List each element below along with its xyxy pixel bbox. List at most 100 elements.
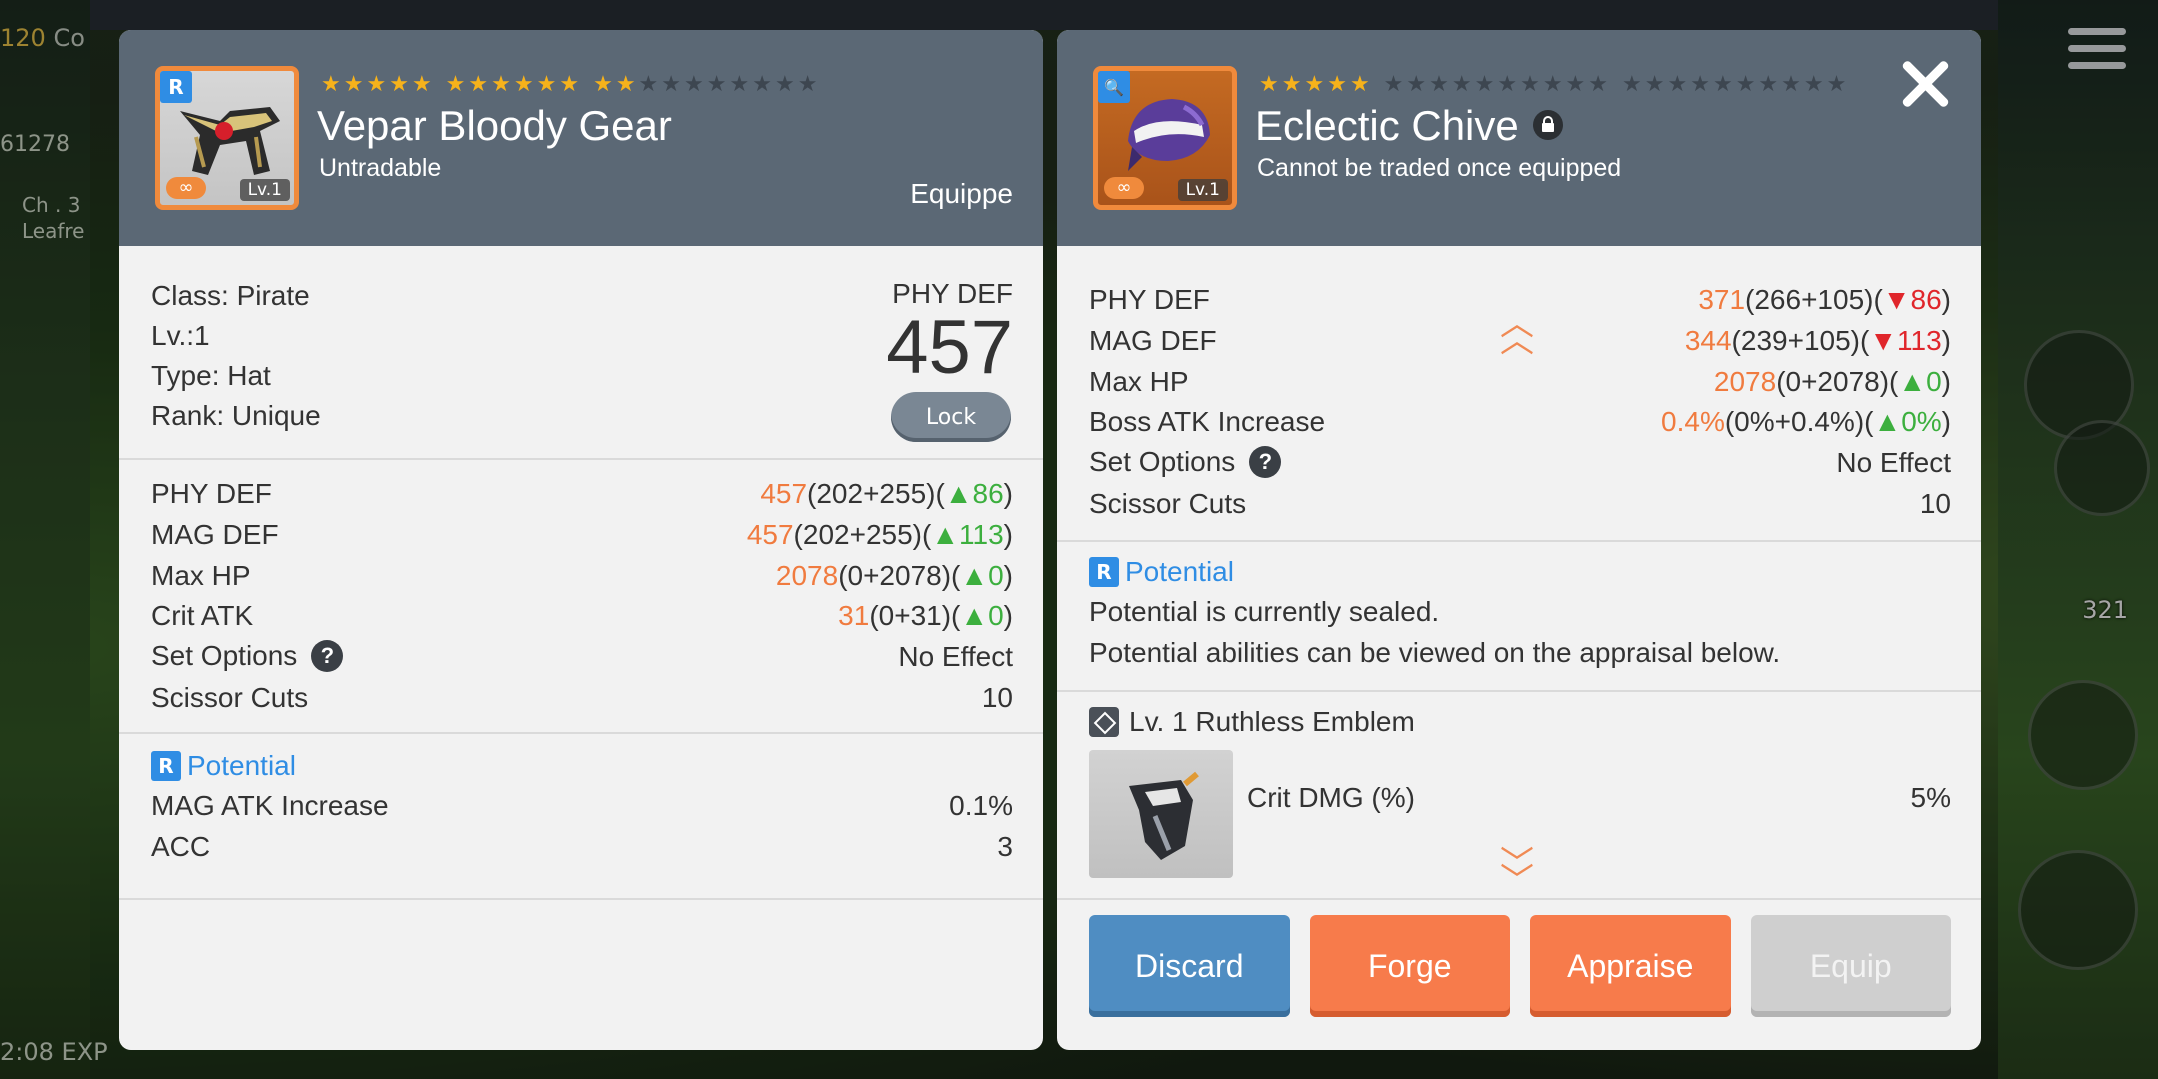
star-filled-icon: ★ bbox=[491, 72, 511, 97]
stat-row: Boss ATK Increase 0.4%(0%+0.4%)(▲0%) bbox=[1089, 406, 1951, 438]
emblem-stats: Crit DMG (%) 5% bbox=[1247, 778, 1951, 819]
main-stat: PHY DEF 457 bbox=[886, 278, 1013, 386]
star-group: ★ ★ ★ ★ ★ bbox=[321, 74, 432, 96]
emblem-stat-row: Crit DMG (%) 5% bbox=[1247, 782, 1951, 814]
equipped-item-panel: R ∞ Lv.1 ★ ★ ★ ★ ★ ★ ★ ★ ★ ★ ★ ★ ★ ★ ★ ★ ★ ★ ★ ★ ★ Vepar Blo… bbox=[119, 30, 1043, 1050]
potential-rank-badge: R bbox=[151, 751, 181, 781]
potential-title: Potential bbox=[187, 750, 296, 781]
star-empty-icon: ★ bbox=[638, 72, 659, 97]
star-empty-icon: ★ bbox=[1712, 72, 1733, 97]
star-empty-icon: ★ bbox=[797, 72, 818, 97]
star-empty-icon: ★ bbox=[1781, 72, 1801, 97]
divider bbox=[119, 898, 1043, 900]
star-empty-icon: ★ bbox=[1565, 72, 1586, 97]
emblem-art bbox=[1129, 771, 1199, 860]
close-icon[interactable] bbox=[1897, 56, 1953, 112]
star-empty-icon: ★ bbox=[1667, 72, 1688, 97]
divider bbox=[1057, 898, 1981, 900]
star-empty-icon: ★ bbox=[729, 72, 750, 97]
search-icon: 🔍 bbox=[1098, 71, 1130, 103]
potential-rank-badge: R bbox=[1089, 557, 1119, 587]
star-filled-icon: ★ bbox=[366, 72, 387, 97]
star-empty-icon: ★ bbox=[1826, 72, 1847, 97]
scissor-cuts-row: Scissor Cuts 10 bbox=[1089, 487, 1951, 519]
infinity-icon: ∞ bbox=[1104, 177, 1144, 199]
item-name: Eclectic Chive bbox=[1255, 102, 1563, 150]
potential-title: Potential bbox=[1125, 556, 1234, 587]
item-info: Class: Pirate Lv.:1 Type: Hat Rank: Uniq… bbox=[151, 276, 321, 436]
item-level: Lv.:1 bbox=[151, 320, 210, 351]
potential-header: R Potential bbox=[151, 746, 1013, 786]
potential-line: ACC 3 bbox=[151, 831, 1013, 863]
potential-hint-text: Potential abilities can be viewed on the… bbox=[1089, 637, 1781, 669]
star-filled-icon: ★ bbox=[343, 72, 364, 97]
star-empty-icon: ★ bbox=[1803, 72, 1824, 97]
star-empty-icon: ★ bbox=[1588, 72, 1609, 97]
set-options-row: Set Options? No Effect bbox=[1089, 445, 1951, 479]
star-empty-icon: ★ bbox=[1406, 72, 1427, 97]
star-filled-icon: ★ bbox=[411, 72, 432, 97]
star-empty-icon: ★ bbox=[1758, 72, 1779, 97]
lock-button[interactable]: Lock bbox=[891, 392, 1011, 442]
item-rank: Rank: Unique bbox=[151, 400, 321, 431]
forge-button[interactable]: Forge bbox=[1309, 915, 1510, 1017]
star-filled-icon: ★ bbox=[1349, 72, 1370, 97]
emblem-header: Lv. 1 Ruthless Emblem bbox=[1089, 706, 1415, 738]
divider bbox=[1057, 540, 1981, 542]
star-empty-icon: ★ bbox=[684, 72, 704, 97]
star-empty-icon: ★ bbox=[1429, 72, 1449, 97]
chevron-down-icon[interactable]: ﹀ ﹀ bbox=[1497, 847, 1537, 898]
stat-row: PHY DEF 457(202+255)(▲86) bbox=[151, 478, 1013, 510]
equip-button[interactable]: Equip bbox=[1750, 915, 1951, 1017]
rank-badge: R bbox=[160, 71, 192, 103]
vepar-bloody-gear-icon: R ∞ Lv.1 bbox=[155, 66, 299, 210]
potential-section: R Potential MAG ATK Increase 0.1% ACC 3 bbox=[151, 746, 1013, 867]
selected-item-header: 🔍 ∞ Lv.1 ★ ★ ★ ★ ★ ★ ★ ★ ★ ★ ★ ★ ★ ★ ★ ★ ★ ★ ★ ★ ★ ★ ★ ★ ★ Eclec… bbox=[1057, 30, 1981, 246]
item-level-badge: Lv.1 bbox=[1177, 179, 1228, 201]
appraise-button[interactable]: Appraise bbox=[1530, 915, 1731, 1017]
item-level-badge: Lv.1 bbox=[239, 179, 290, 201]
divider bbox=[119, 458, 1043, 460]
potential-sealed-text: Potential is currently sealed. bbox=[1089, 596, 1440, 628]
divider bbox=[1057, 690, 1981, 692]
scissor-cuts-row: Scissor Cuts 10 bbox=[151, 681, 1013, 713]
star-empty-icon: ★ bbox=[1735, 72, 1756, 97]
help-icon[interactable]: ? bbox=[311, 639, 344, 672]
item-trade-status: Untradable bbox=[319, 154, 442, 182]
stat-row: MAG DEF 457(202+255)(▲113) bbox=[151, 519, 1013, 551]
help-icon[interactable]: ? bbox=[1249, 445, 1282, 478]
star-empty-icon: ★ bbox=[752, 72, 772, 97]
star-filled-icon: ★ bbox=[513, 72, 534, 97]
stat-row: Max HP 2078(0+2078)(▲0) bbox=[1089, 365, 1951, 397]
star-filled-icon: ★ bbox=[321, 72, 341, 97]
star-filled-icon: ★ bbox=[389, 72, 409, 97]
star-filled-icon: ★ bbox=[1327, 72, 1347, 97]
divider bbox=[119, 732, 1043, 734]
emblem-title: Lv. 1 Ruthless Emblem bbox=[1129, 706, 1415, 737]
equipped-item-header: R ∞ Lv.1 ★ ★ ★ ★ ★ ★ ★ ★ ★ ★ ★ ★ ★ ★ ★ ★ ★ ★ ★ ★ ★ Vepar Blo… bbox=[119, 30, 1043, 246]
stat-row: Crit ATK 31(0+31)(▲0) bbox=[151, 600, 1013, 632]
star-group: ★ ★ ★ ★ ★ ★ ★ ★ ★ ★ bbox=[1384, 74, 1608, 96]
stat-list: PHY DEF 457(202+255)(▲86) MAG DEF 457(20… bbox=[151, 474, 1013, 718]
chevron-up-icon[interactable]: ︿ ︿ bbox=[1497, 307, 1537, 358]
star-filled-icon: ★ bbox=[615, 72, 636, 97]
star-empty-icon: ★ bbox=[774, 72, 795, 97]
star-filled-icon: ★ bbox=[1281, 72, 1302, 97]
star-force-rating: ★ ★ ★ ★ ★ ★ ★ ★ ★ ★ ★ ★ ★ ★ ★ ★ ★ ★ ★ ★ ★ ★ ★ ★ ★ bbox=[1259, 74, 1846, 96]
star-group: ★ ★ ★ ★ ★ ★ ★ ★ ★ ★ bbox=[593, 74, 817, 96]
star-filled-icon: ★ bbox=[593, 72, 613, 97]
star-empty-icon: ★ bbox=[1497, 72, 1518, 97]
discard-button[interactable]: Discard bbox=[1089, 915, 1290, 1017]
star-filled-icon: ★ bbox=[445, 72, 466, 97]
star-empty-icon: ★ bbox=[1451, 72, 1472, 97]
eclectic-chive-icon: 🔍 ∞ Lv.1 bbox=[1093, 66, 1237, 210]
star-empty-icon: ★ bbox=[1474, 72, 1495, 97]
star-group: ★ ★ ★ ★ ★ ★ ★ ★ ★ ★ bbox=[1622, 74, 1846, 96]
star-empty-icon: ★ bbox=[1542, 72, 1563, 97]
potential-line: MAG ATK Increase 0.1% bbox=[151, 790, 1013, 822]
potential-header: R Potential bbox=[1089, 552, 1951, 592]
potential-section: R Potential Potential is currently seale… bbox=[1089, 552, 1951, 673]
emblem-picture bbox=[1089, 750, 1233, 878]
star-empty-icon: ★ bbox=[706, 72, 727, 97]
item-type: Type: Hat bbox=[151, 360, 271, 391]
